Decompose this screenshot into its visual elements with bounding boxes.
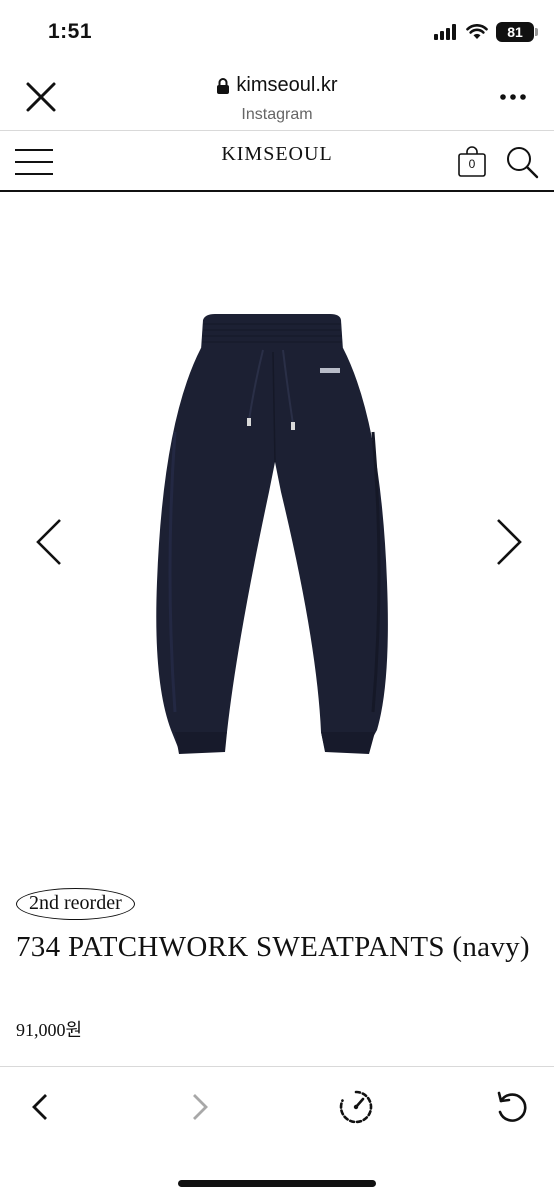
search-icon [507,147,539,179]
product-title: 734 PATCHWORK SWEATPANTS (navy) [16,931,530,963]
url-block[interactable]: kimseoul.kr Instagram [0,74,554,124]
browser-bar: kimseoul.kr Instagram [0,64,554,130]
product-image[interactable] [145,312,405,762]
more-icon [500,94,526,100]
status-bar: 1:51 81 [0,0,554,64]
battery-level: 81 [507,24,523,40]
forward-icon [193,1094,208,1120]
status-icons: 81 [434,22,538,42]
chevron-left-icon [36,519,61,565]
more-button[interactable] [498,88,528,106]
url-subtitle: Instagram [241,105,313,123]
product-gallery [0,192,554,872]
signal-icon [434,24,456,40]
prev-image-button[interactable] [30,514,70,570]
reload-button[interactable] [492,1087,532,1127]
next-image-button[interactable] [488,514,528,570]
browser-toolbar [0,1067,554,1200]
lock-icon [217,77,230,94]
back-button[interactable] [22,1087,62,1127]
status-time: 1:51 [48,20,93,43]
cart-button[interactable]: 0 [457,146,487,178]
speed-button[interactable] [336,1087,376,1127]
back-icon [32,1094,47,1120]
forward-button[interactable] [178,1087,218,1127]
wifi-icon [466,24,488,39]
home-indicator[interactable] [178,1180,376,1187]
product-price: 91,000원 [16,1020,83,1040]
speed-icon [339,1090,373,1124]
reorder-badge: 2nd reorder [16,888,135,920]
url-domain: kimseoul.kr [236,74,338,96]
battery-icon: 81 [496,22,538,42]
cart-count: 0 [468,157,476,171]
chevron-right-icon [497,519,522,565]
site-header: KIMSEOUL 0 [0,131,554,191]
reload-icon [497,1091,527,1122]
search-button[interactable] [505,145,539,179]
